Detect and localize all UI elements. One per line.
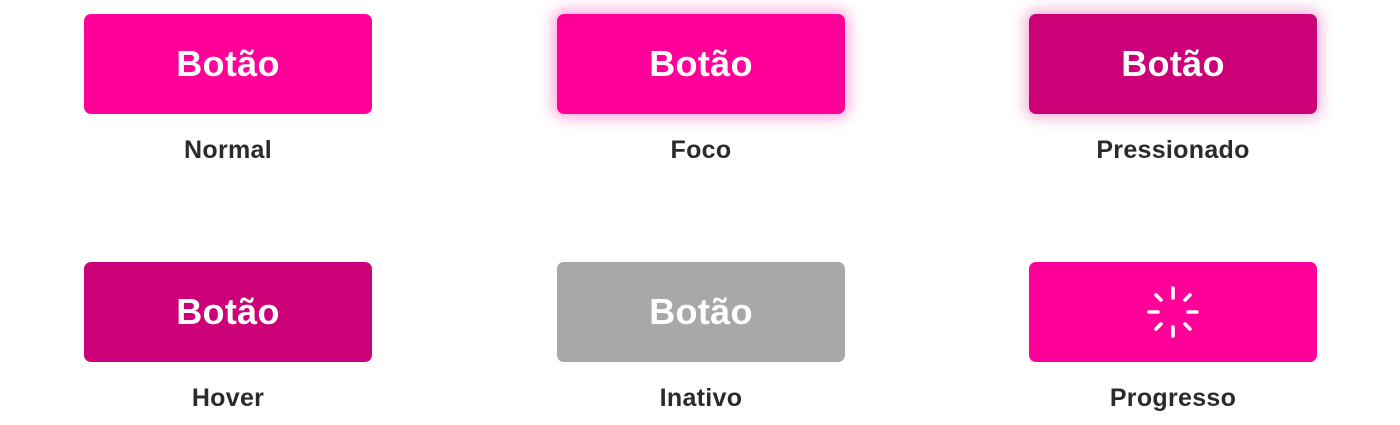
button-normal[interactable]: Botão [84,14,372,114]
button-progress[interactable] [1029,262,1317,362]
button-focus[interactable]: Botão [557,14,845,114]
state-pressed: Botão Pressionado [1029,14,1317,165]
caption-pressed: Pressionado [1096,136,1250,164]
state-inactive: Botão Inativo [557,262,845,413]
button-hover[interactable]: Botão [84,262,372,362]
button-pressed[interactable]: Botão [1029,14,1317,114]
state-hover: Botão Hover [84,262,372,413]
caption-focus: Foco [670,136,732,164]
caption-inactive: Inativo [659,384,743,412]
caption-hover: Hover [191,384,265,412]
state-normal: Botão Normal [84,14,372,165]
button-inactive: Botão [557,262,845,362]
caption-progress: Progresso [1109,384,1237,412]
state-progress: Progresso [1029,262,1317,413]
caption-normal: Normal [184,136,272,164]
state-focus: Botão Foco [557,14,845,165]
spinner-icon [1147,286,1199,338]
